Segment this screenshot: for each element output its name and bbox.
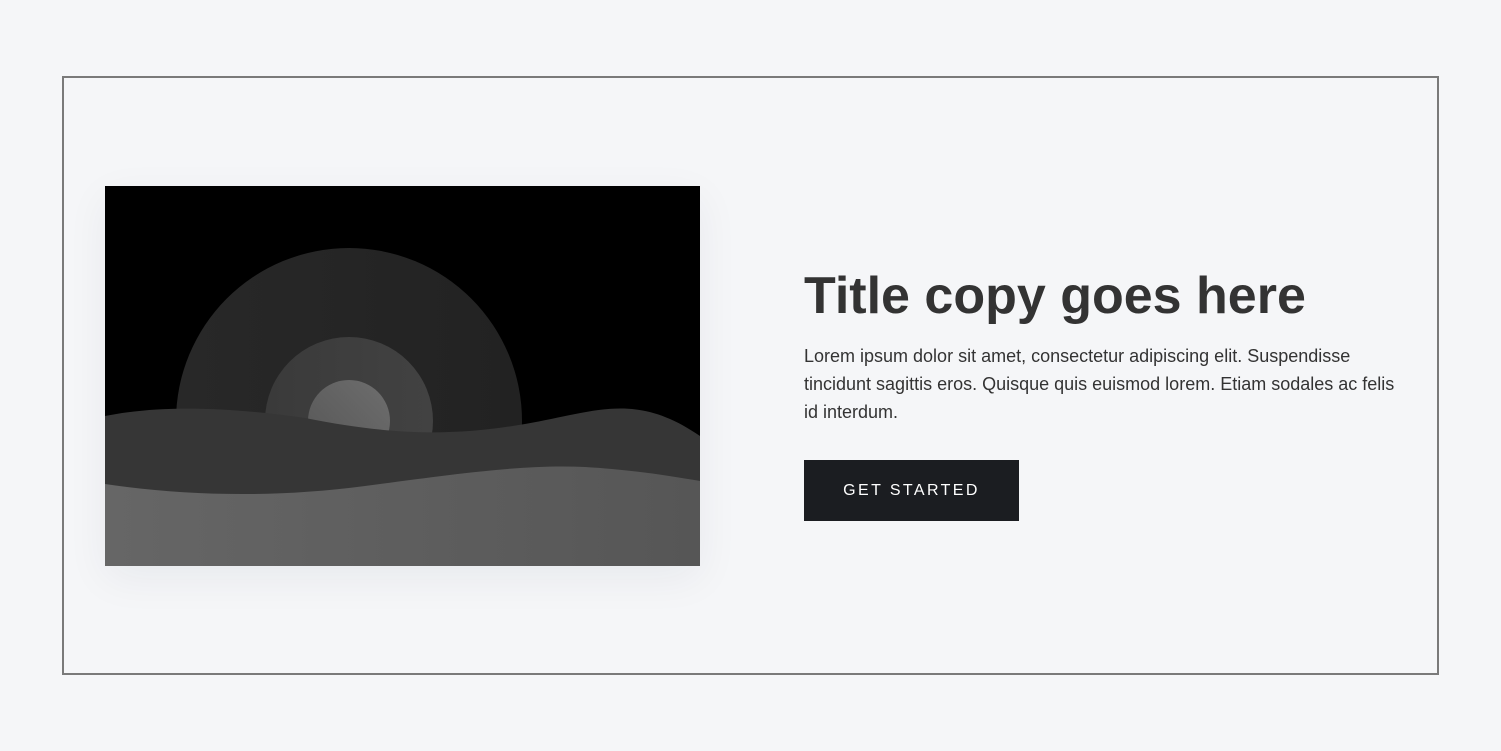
hero-image: [105, 186, 700, 566]
hero-section: Title copy goes here Lorem ipsum dolor s…: [62, 76, 1439, 675]
get-started-button[interactable]: GET STARTED: [804, 460, 1019, 521]
landscape-illustration-icon: [105, 186, 700, 566]
hero-body-text: Lorem ipsum dolor sit amet, consectetur …: [804, 346, 1395, 422]
hero-title: Title copy goes here: [804, 267, 1306, 325]
hero-content: Title copy goes here Lorem ipsum dolor s…: [804, 266, 1404, 521]
